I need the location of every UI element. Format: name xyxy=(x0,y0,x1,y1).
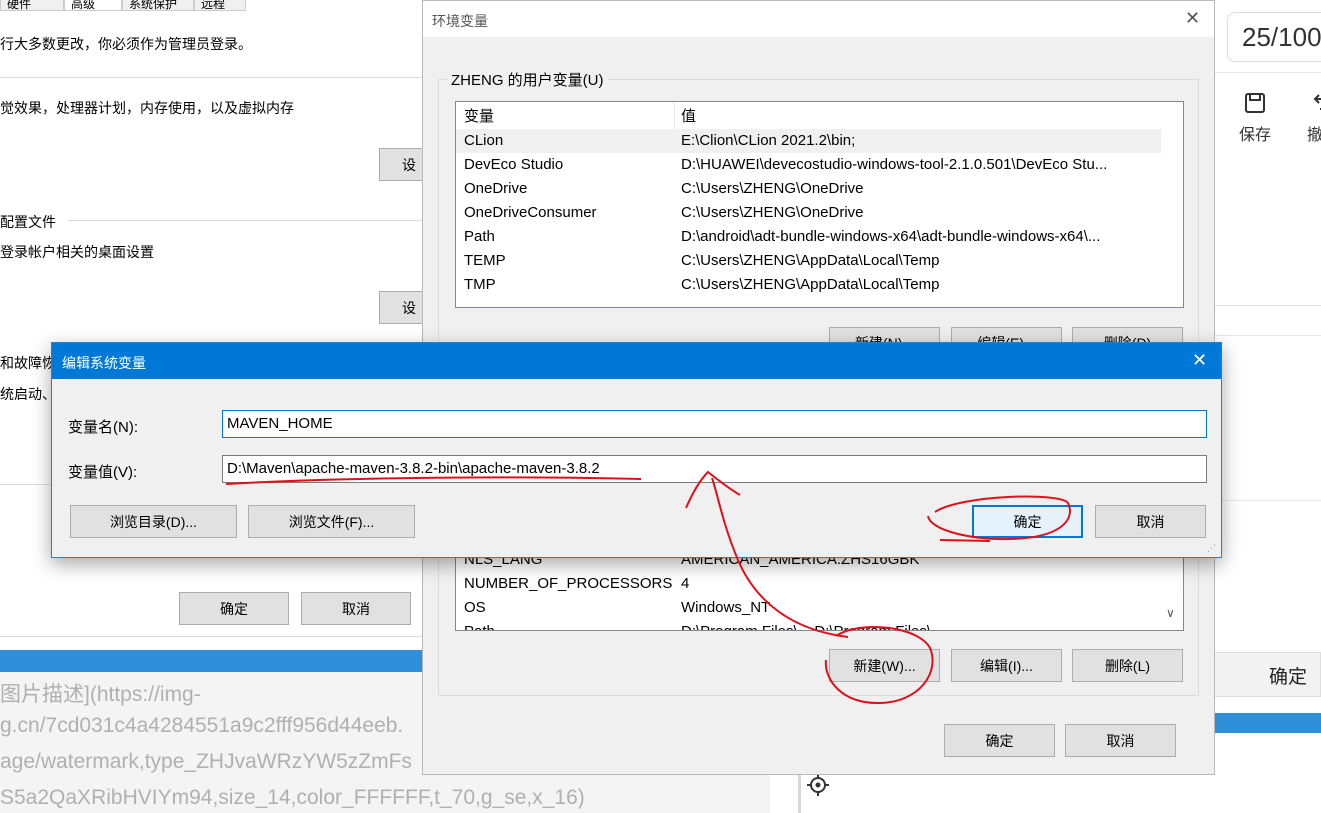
circle-ok-annotation xyxy=(927,495,1071,542)
circle-new-annotation xyxy=(824,625,934,705)
arrow-annotation xyxy=(685,470,849,638)
underline-annotation xyxy=(225,476,642,485)
red-annotations xyxy=(225,470,1071,705)
